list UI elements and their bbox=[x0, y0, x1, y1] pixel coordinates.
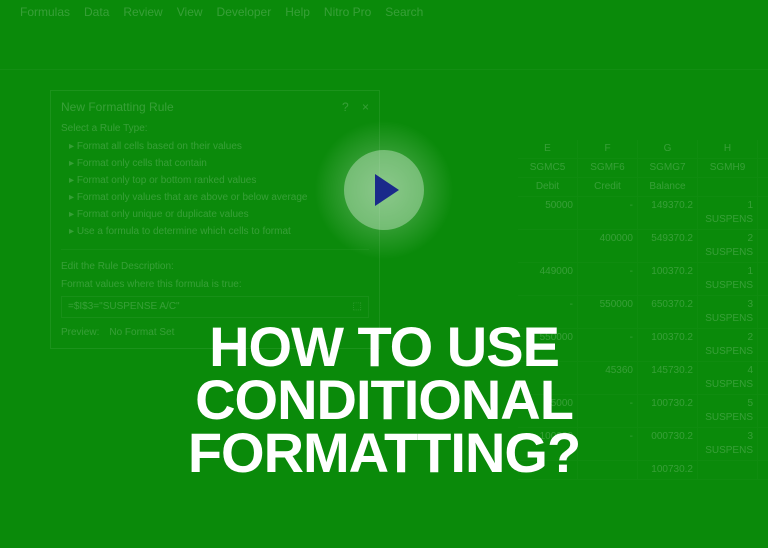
video-title: HOW TO USE CONDITIONAL FORMATTING? bbox=[0, 320, 768, 480]
play-icon bbox=[375, 174, 399, 206]
col-letter: H bbox=[698, 140, 758, 158]
col-name: SGMG7 bbox=[638, 159, 698, 177]
cell: 449000 bbox=[518, 263, 578, 295]
cell: 1 SUSPENS bbox=[698, 263, 758, 295]
col-header: Credit bbox=[578, 178, 638, 196]
cell bbox=[518, 230, 578, 262]
cell: 149370.2 bbox=[638, 197, 698, 229]
cell: 1 SUSPENS bbox=[698, 197, 758, 229]
dialog-title-text: New Formatting Rule bbox=[61, 99, 174, 116]
ribbon-tab: Review bbox=[123, 4, 162, 21]
formula-label: Format values where this formula is true… bbox=[61, 278, 369, 292]
col-letter: G bbox=[638, 140, 698, 158]
headline-line: FORMATTING? bbox=[0, 426, 768, 479]
formula-value: =$I$3="SUSPENSE A/C" bbox=[68, 300, 180, 314]
excel-ribbon: Formulas Data Review View Developer Help… bbox=[0, 0, 768, 70]
col-letter: F bbox=[578, 140, 638, 158]
ribbon-tab: Help bbox=[285, 4, 310, 21]
cell: 100370.2 bbox=[638, 263, 698, 295]
col-header bbox=[698, 178, 758, 196]
col-name: SGMF6 bbox=[578, 159, 638, 177]
table-row: 449000-100370.21 SUSPENS bbox=[518, 263, 768, 296]
edit-rule-label: Edit the Rule Description: bbox=[61, 260, 369, 274]
ribbon-tab: Data bbox=[84, 4, 109, 21]
ribbon-tab: Developer bbox=[217, 4, 272, 21]
range-picker-icon: ⬚ bbox=[353, 300, 362, 314]
help-icon: ? bbox=[342, 100, 349, 114]
play-button[interactable] bbox=[314, 120, 454, 260]
cell: - bbox=[578, 197, 638, 229]
headline-line: HOW TO USE bbox=[0, 320, 768, 373]
ribbon-tab: Formulas bbox=[20, 4, 70, 21]
table-row: 50000-149370.21 SUSPENS bbox=[518, 197, 768, 230]
col-header: Debit bbox=[518, 178, 578, 196]
col-header: Balance bbox=[638, 178, 698, 196]
cell: 50000 bbox=[518, 197, 578, 229]
play-circle bbox=[344, 150, 424, 230]
table-row: 400000549370.22 SUSPENS bbox=[518, 230, 768, 263]
col-letter: E bbox=[518, 140, 578, 158]
cell: - bbox=[578, 263, 638, 295]
close-icon: × bbox=[362, 100, 369, 114]
cell: 2 SUSPENS bbox=[698, 230, 758, 262]
col-name: SGMH9 bbox=[698, 159, 758, 177]
col-name: SGMC5 bbox=[518, 159, 578, 177]
ribbon-tab: Nitro Pro bbox=[324, 4, 371, 21]
ribbon-tab: Search bbox=[385, 4, 423, 21]
cell: 400000 bbox=[578, 230, 638, 262]
headline-line: CONDITIONAL bbox=[0, 373, 768, 426]
ribbon-tab: View bbox=[177, 4, 203, 21]
cell: 549370.2 bbox=[638, 230, 698, 262]
